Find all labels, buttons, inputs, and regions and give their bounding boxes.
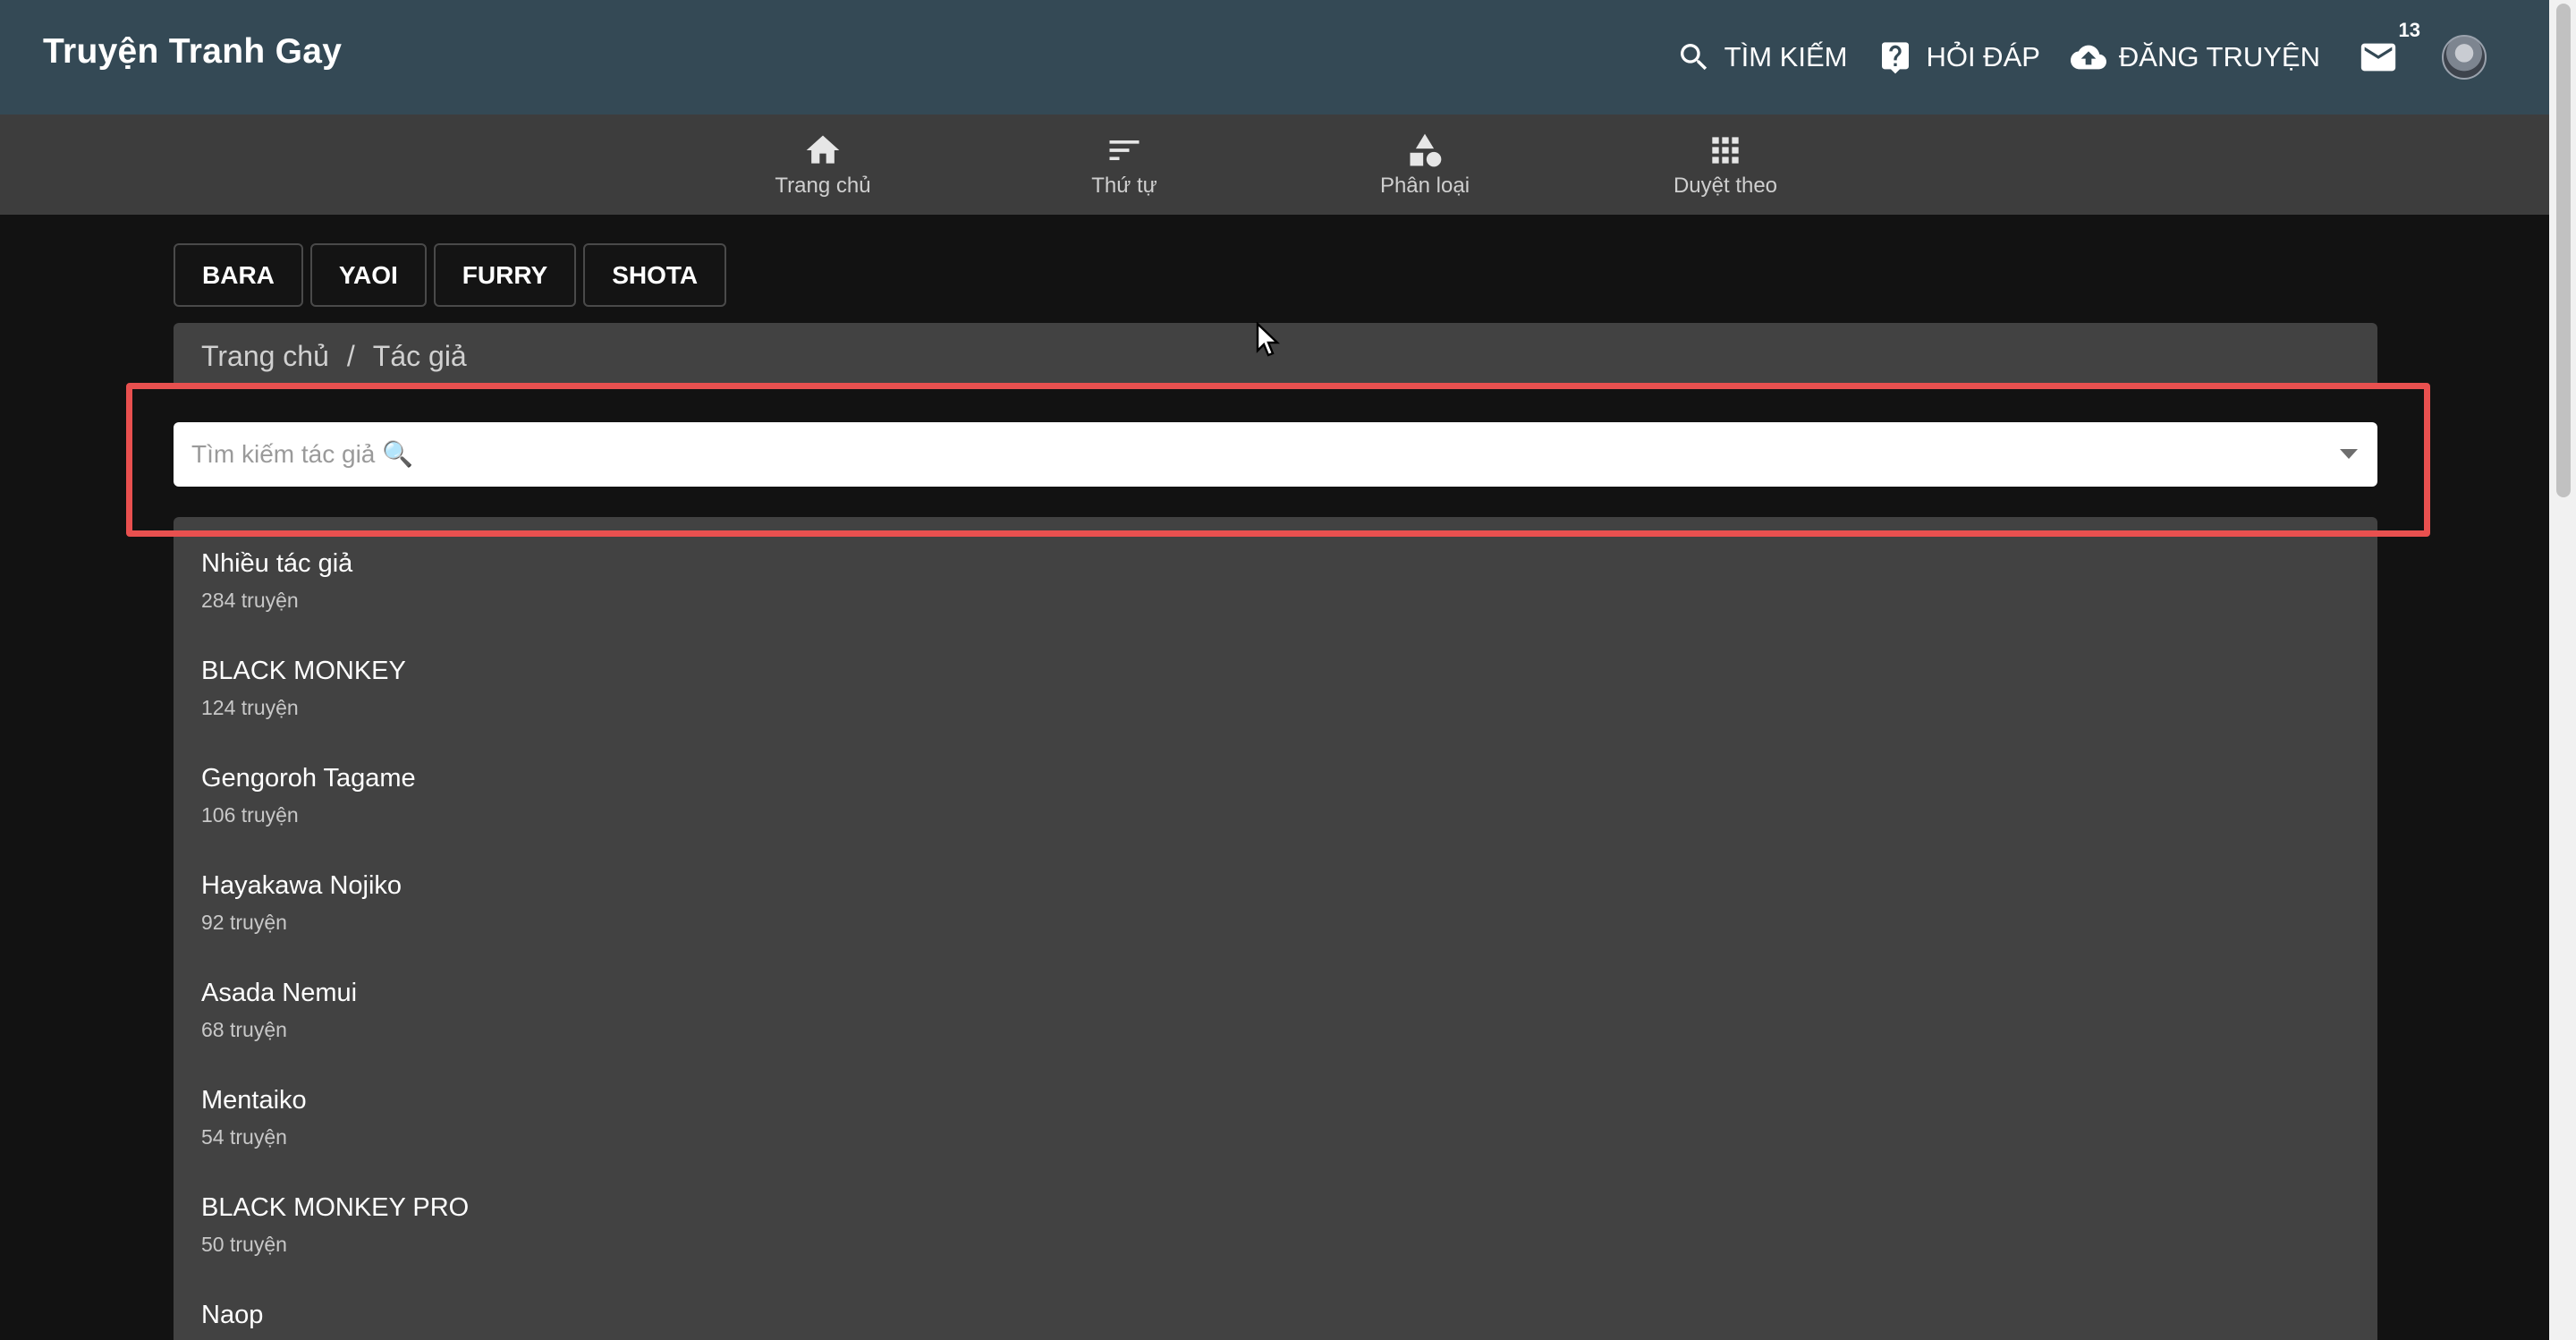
search-icon — [1680, 44, 1707, 71]
faq-button[interactable]: HỎI ĐÁP — [1877, 39, 2040, 75]
faq-button-label: HỎI ĐÁP — [1926, 41, 2040, 72]
scrollbar-thumb[interactable] — [2556, 4, 2571, 497]
author-list: Nhiều tác giả 284 truyện BLACK MONKEY 12… — [174, 517, 2377, 1340]
header-actions: TÌM KIẾM HỎI ĐÁP ĐĂNG TRUYỆN 13 — [1646, 0, 2487, 114]
mail-button[interactable]: 13 — [2358, 19, 2420, 78]
category-icon — [1410, 133, 1442, 167]
nav-item-browse[interactable]: Duyệt theo — [1636, 131, 1815, 199]
author-name: BLACK MONKEY PRO — [201, 1193, 470, 1222]
page: Truyện Tranh Gay TÌM KIẾM HỎI ĐÁP ĐĂNG T… — [0, 0, 2576, 1340]
search-button-label: TÌM KIẾM — [1724, 41, 1848, 72]
upload-button-label: ĐĂNG TRUYỆN — [2118, 41, 2320, 72]
author-name: Asada Nemui — [201, 979, 358, 1007]
breadcrumb-home[interactable]: Trang chủ — [201, 340, 329, 373]
author-count: 68 truyện — [201, 1018, 287, 1041]
tag-furry[interactable]: FURRY — [433, 243, 577, 307]
tag-yaoi[interactable]: YAOI — [309, 243, 427, 307]
author-name: Gengoroh Tagame — [201, 764, 416, 793]
author-count: 50 truyện — [201, 1233, 287, 1256]
list-item[interactable]: Gengoroh Tagame 106 truyện — [174, 732, 2377, 839]
author-count: 92 truyện — [201, 911, 287, 934]
question-icon — [1882, 42, 1910, 74]
nav-item-home[interactable]: Trang chủ — [733, 131, 912, 199]
chevron-down-icon[interactable] — [2340, 449, 2358, 459]
search-button[interactable]: TÌM KIẾM — [1676, 39, 1848, 75]
author-name: Nhiều tác giả — [201, 549, 353, 578]
list-item[interactable]: Asada Nemui 68 truyện — [174, 946, 2377, 1054]
page-scrollbar[interactable] — [2549, 0, 2576, 1340]
cloud-upload-icon — [2070, 45, 2106, 70]
nav-item-order-label: Thứ tự — [1091, 174, 1157, 198]
list-item[interactable]: Nhiều tác giả 284 truyện — [174, 517, 2377, 624]
nav-item-category[interactable]: Phân loại — [1335, 131, 1514, 199]
sort-icon — [1109, 140, 1140, 160]
tag-shota[interactable]: SHOTA — [583, 243, 727, 307]
author-count: 106 truyện — [201, 803, 299, 827]
list-item[interactable]: BLACK MONKEY PRO 50 truyện — [174, 1161, 2377, 1268]
list-item[interactable]: BLACK MONKEY 124 truyện — [174, 624, 2377, 732]
breadcrumb-current: Tác giả — [372, 339, 467, 372]
author-count: 284 truyện — [201, 589, 299, 612]
list-item[interactable]: Hayakawa Nojiko 92 truyện — [174, 839, 2377, 946]
nav-item-category-label: Phân loại — [1379, 174, 1470, 198]
section-nav: Trang chủ Thứ tự Phân loại Duyệt theo — [0, 114, 2549, 215]
site-logo-title[interactable]: Truyện Tranh Gay — [43, 32, 342, 72]
author-search-box — [174, 422, 2377, 487]
nav-item-browse-label: Duyệt theo — [1673, 174, 1778, 198]
genre-tags: BARA YAOI FURRY SHOTA — [174, 243, 733, 307]
author-name: Mentaiko — [201, 1086, 307, 1115]
nav-item-home-label: Trang chủ — [775, 174, 871, 198]
author-name: Hayakawa Nojiko — [201, 871, 402, 900]
breadcrumb-separator: / — [346, 339, 355, 372]
user-avatar[interactable] — [2442, 35, 2487, 80]
home-icon — [806, 135, 840, 164]
upload-button[interactable]: ĐĂNG TRUYỆN — [2070, 39, 2320, 75]
list-item[interactable]: Mentaiko 54 truyện — [174, 1054, 2377, 1161]
author-count: 124 truyện — [201, 696, 299, 719]
mail-count-badge: 13 — [2398, 19, 2420, 41]
app-bar: Truyện Tranh Gay TÌM KIẾM HỎI ĐÁP ĐĂNG T… — [0, 0, 2549, 114]
mouse-cursor-icon — [1256, 322, 1280, 357]
nav-item-order[interactable]: Thứ tự — [1035, 131, 1214, 199]
apps-grid-icon — [1712, 137, 1739, 164]
mail-icon — [2360, 43, 2396, 72]
author-name: Naop — [201, 1301, 264, 1329]
tag-bara[interactable]: BARA — [174, 243, 303, 307]
author-name: BLACK MONKEY — [201, 657, 406, 685]
author-count: 54 truyện — [201, 1125, 287, 1149]
author-search-input[interactable] — [174, 422, 2377, 487]
list-item[interactable]: Naop — [174, 1268, 2377, 1340]
